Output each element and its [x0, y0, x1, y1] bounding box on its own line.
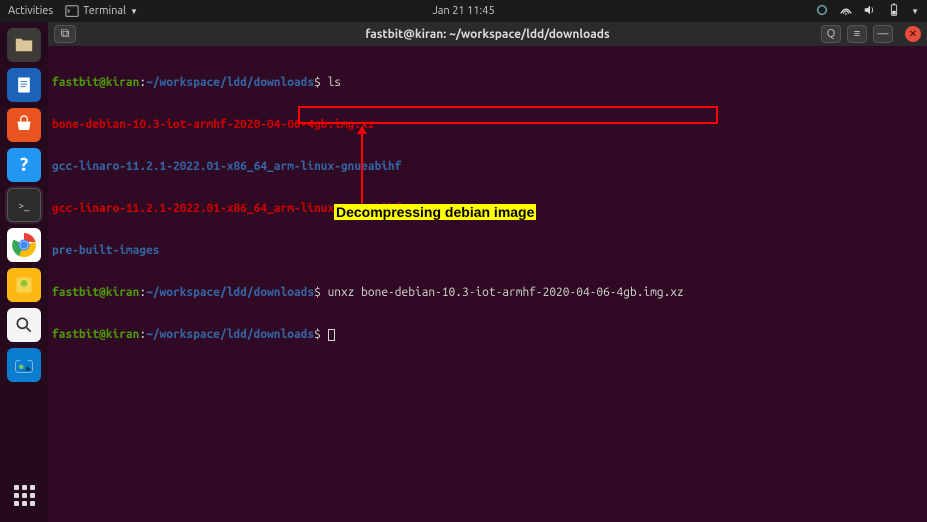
network-icon[interactable]: [839, 3, 853, 20]
terminal-line: fastbit@kiran:~/workspace/ldd/downloads$…: [52, 286, 923, 300]
battery-icon[interactable]: [887, 3, 901, 20]
terminal-body[interactable]: fastbit@kiran:~/workspace/ldd/downloads$…: [48, 46, 927, 522]
titlebar-search-button[interactable]: Q: [821, 25, 841, 43]
annotation-arrow-icon: [361, 134, 363, 204]
window-title: fastbit@kiran: ~/workspace/ldd/downloads: [365, 28, 609, 41]
files-app-icon[interactable]: [7, 28, 41, 62]
chevron-down-icon: ▼: [130, 7, 138, 16]
software-app-icon[interactable]: [7, 108, 41, 142]
terminal-line: pre-built-images: [52, 244, 923, 258]
annotation-label: Decompressing debian image: [334, 204, 536, 220]
new-tab-button[interactable]: ⧉: [54, 25, 76, 43]
minimize-button[interactable]: —: [873, 25, 893, 43]
terminal-line: gcc-linaro-11.2.1-2022.01-x86_64_arm-lin…: [52, 160, 923, 174]
terminal-app-icon[interactable]: >_: [7, 188, 41, 222]
panel-datetime[interactable]: Jan 21 11:45: [432, 5, 494, 17]
screenshot-app-icon[interactable]: [7, 348, 41, 382]
volume-icon[interactable]: [863, 3, 877, 20]
chrome-app-icon[interactable]: [7, 228, 41, 262]
activities-button[interactable]: Activities: [8, 5, 53, 17]
titlebar: ⧉ fastbit@kiran: ~/workspace/ldd/downloa…: [48, 22, 927, 46]
annotation-arrow-icon: [357, 126, 367, 134]
close-button[interactable]: ✕: [905, 26, 921, 42]
hamburger-menu-button[interactable]: ≡: [847, 25, 867, 43]
terminal-panel-icon: [65, 4, 79, 18]
document-app-icon[interactable]: [7, 68, 41, 102]
terminal-line: fastbit@kiran:~/workspace/ldd/downloads$…: [52, 76, 923, 90]
terminal-line: fastbit@kiran:~/workspace/ldd/downloads$: [52, 328, 923, 342]
top-panel: Activities Terminal ▼ Jan 21 11:45 ▼: [0, 0, 927, 22]
app-menu[interactable]: Terminal ▼: [65, 4, 138, 18]
system-menu-chevron-icon[interactable]: ▼: [911, 7, 919, 16]
annotation-highlight-box: [298, 106, 718, 124]
notes-app-icon[interactable]: [7, 268, 41, 302]
app-menu-label: Terminal: [83, 5, 126, 17]
help-app-icon[interactable]: ?: [7, 148, 41, 182]
notification-icon[interactable]: [815, 3, 829, 20]
cursor: [328, 329, 335, 341]
show-apps-button[interactable]: [7, 478, 41, 512]
terminal-window: ⧉ fastbit@kiran: ~/workspace/ldd/downloa…: [48, 22, 927, 522]
search-app-icon[interactable]: [7, 308, 41, 342]
launcher: ? >_: [0, 22, 48, 522]
